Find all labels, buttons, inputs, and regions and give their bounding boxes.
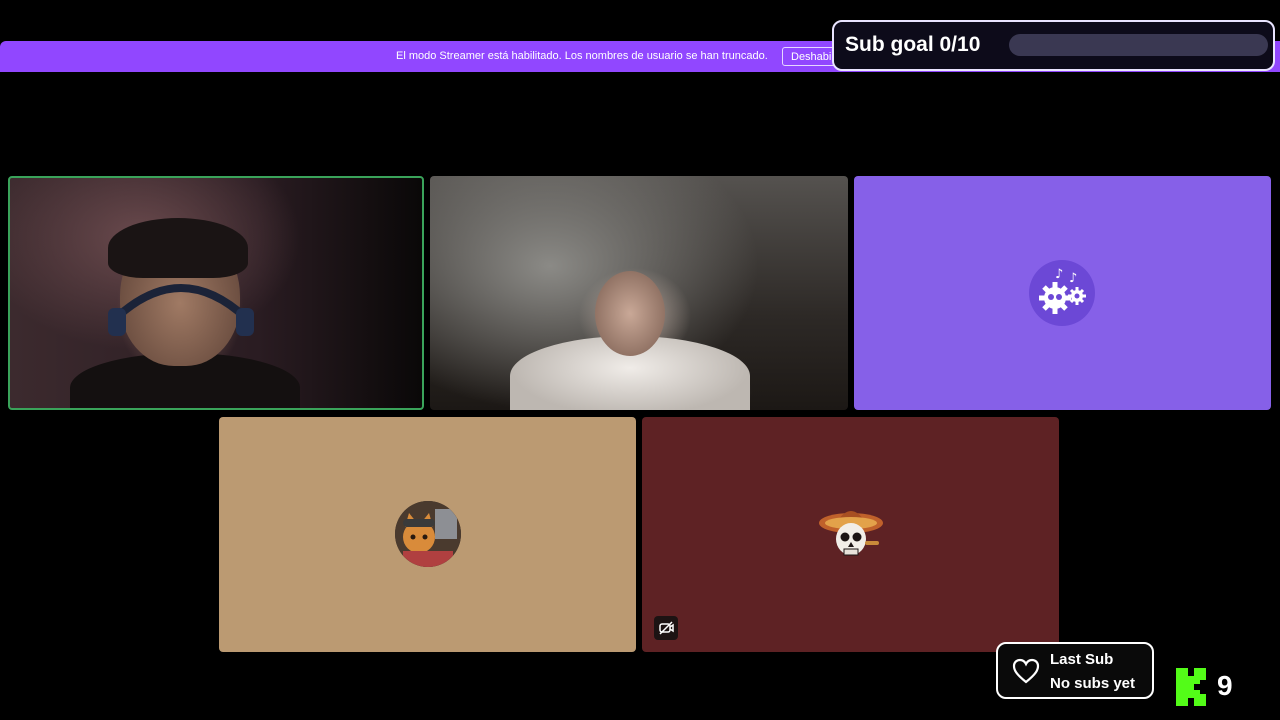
- participant-avatar: [395, 501, 461, 567]
- participant-tile-2[interactable]: [430, 176, 848, 410]
- sub-goal-label: Sub goal 0/10: [845, 33, 981, 56]
- heart-icon: [1012, 658, 1040, 684]
- gears-music-icon: ♪ ♪: [1039, 267, 1086, 314]
- viewer-count: 9: [1217, 670, 1233, 701]
- participant-video-face: [595, 271, 665, 356]
- headphones-icon: [108, 284, 254, 336]
- last-sub-widget: Last Sub No subs yet: [996, 642, 1154, 699]
- participant-tile-4[interactable]: [219, 417, 636, 652]
- sub-goal-widget: Sub goal 0/10: [832, 20, 1275, 71]
- camera-off-badge: [654, 616, 678, 640]
- participant-avatar: [818, 501, 884, 567]
- sub-goal-progress-bar: [1009, 34, 1268, 56]
- participant-avatar: ♪ ♪: [1029, 260, 1095, 326]
- svg-text:♪: ♪: [1055, 267, 1063, 282]
- skull-sombrero-icon: [819, 511, 883, 556]
- last-sub-value: No subs yet: [1050, 675, 1136, 692]
- camera-off-icon: [659, 621, 674, 635]
- cat-avatar-icon: [395, 501, 461, 567]
- kick-logo-icon: [1176, 668, 1206, 706]
- last-sub-title: Last Sub: [1050, 651, 1114, 668]
- streamer-mode-message: El modo Streamer está habilitado. Los no…: [396, 50, 768, 62]
- participant-tile-3[interactable]: ♪ ♪: [854, 176, 1271, 410]
- svg-text:♪: ♪: [1069, 271, 1077, 286]
- participant-video-hair: [108, 218, 248, 278]
- participant-tile-5[interactable]: [642, 417, 1059, 652]
- participant-tile-1[interactable]: [8, 176, 424, 410]
